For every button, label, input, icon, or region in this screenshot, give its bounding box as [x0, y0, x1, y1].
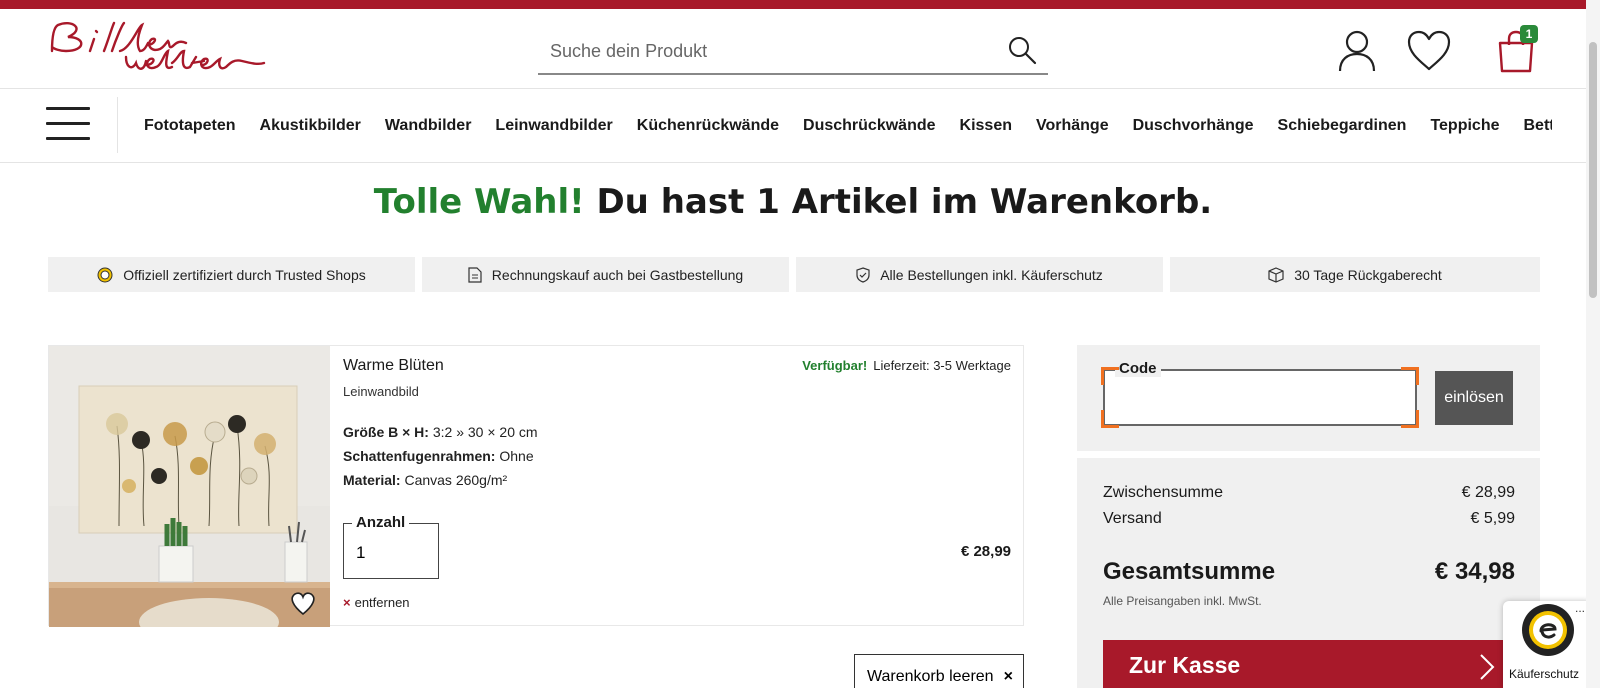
menu-icon[interactable] [46, 107, 90, 145]
nav-item-leinwandbilder[interactable]: Leinwandbilder [483, 89, 624, 163]
product-type: Leinwandbild [343, 384, 419, 399]
nav-divider [117, 97, 118, 153]
trusted-shops-seal-icon [1522, 604, 1574, 656]
focus-corner [1401, 367, 1419, 385]
invoice-icon [468, 266, 482, 283]
site-logo[interactable] [46, 21, 266, 79]
nav-item-fototapeten[interactable]: Fototapeten [132, 89, 248, 163]
chevron-right-icon [1480, 654, 1495, 680]
redeem-button[interactable]: einlösen [1435, 371, 1513, 425]
tax-note: Alle Preisangaben inkl. MwSt. [1103, 594, 1262, 608]
nav-item-bettrueck[interactable]: Bettrück [1511, 89, 1552, 163]
nav-item-kuechenrueckwaende[interactable]: Küchenrückwände [625, 89, 791, 163]
availability-status: Verfügbar! [802, 358, 868, 373]
search-icon [1009, 37, 1037, 65]
availability: Verfügbar! Lieferzeit: 3-5 Werktage [802, 358, 1011, 373]
account-button[interactable] [1336, 29, 1378, 73]
trust-label: Rechnungskauf auch bei Gastbestellung [491, 266, 744, 283]
nav-item-kissen[interactable]: Kissen [948, 89, 1024, 163]
focus-corner [1401, 410, 1419, 428]
shipping-value: € 5,99 [1470, 510, 1515, 527]
nav-item-wandbilder[interactable]: Wandbilder [373, 89, 484, 163]
shipping-row: Versand € 5,99 [1103, 510, 1515, 528]
user-icon [1338, 30, 1376, 72]
focus-corner [1101, 367, 1119, 385]
nav-item-duschrueckwaende[interactable]: Duschrückwände [791, 89, 947, 163]
trust-item-certified: Offiziell zertifiziert durch Trusted Sho… [48, 257, 415, 292]
quantity-input[interactable] [356, 540, 426, 566]
total-value: € 34,98 [1434, 558, 1515, 585]
trust-label: 30 Tage Rückgaberecht [1294, 266, 1442, 283]
total-label: Gesamtsumme [1103, 558, 1276, 585]
spec-label: Material: [343, 472, 401, 488]
order-summary: Zwischensumme € 28,99 Versand € 5,99 Gesam… [1077, 458, 1540, 688]
cart-button[interactable]: 1 [1496, 25, 1538, 73]
wishlist-button[interactable] [1406, 29, 1452, 73]
trusted-shops-label: Käuferschutz [1509, 667, 1580, 681]
nav-item-teppiche[interactable]: Teppiche [1418, 89, 1511, 163]
delivery-time: Lieferzeit: 3-5 Werktage [873, 358, 1011, 373]
cart-confirmation-heading: Tolle Wahl! Du hast 1 Artikel im Warenko… [0, 182, 1586, 222]
shield-check-icon [856, 266, 870, 283]
spec-frame: Schattenfugenrahmen: Ohne [343, 448, 534, 464]
spec-value: 3:2 » 30 × 20 cm [428, 424, 538, 440]
nav-item-akustikbilder[interactable]: Akustikbilder [248, 89, 373, 163]
spec-value: Ohne [495, 448, 534, 464]
shipping-label: Versand [1103, 510, 1162, 527]
search-button[interactable] [1006, 35, 1038, 67]
empty-cart-button[interactable]: Warenkorb leeren × [854, 654, 1024, 688]
hero-highlight: Tolle Wahl! [373, 182, 585, 222]
scrollbar-thumb[interactable] [1589, 42, 1597, 298]
trust-label: Alle Bestellungen inkl. Käuferschutz [880, 266, 1103, 283]
spec-label: Schattenfugenrahmen: [343, 448, 496, 464]
total-row: Gesamtsumme € 34,98 [1103, 558, 1515, 586]
trusted-shops-badge[interactable]: ... Käuferschutz [1503, 601, 1589, 688]
close-icon: × [343, 595, 351, 610]
spec-size: Größe B × H: 3:2 » 30 × 20 cm [343, 424, 538, 440]
checkout-button[interactable]: Zur Kasse [1103, 640, 1515, 688]
package-icon [1268, 266, 1284, 283]
remove-item-link[interactable]: × entfernen [343, 595, 410, 610]
quantity-label: Anzahl [352, 514, 410, 531]
trusted-shops-icon [97, 267, 113, 282]
remove-label: entfernen [354, 595, 410, 610]
site-header: 1 [0, 9, 1586, 89]
trust-item-returns: 30 Tage Rückgaberecht [1170, 257, 1540, 292]
coupon-code-input[interactable] [1105, 371, 1415, 424]
nav-item-duschvorhaenge[interactable]: Duschvorhänge [1121, 89, 1266, 163]
coupon-code-field: Code [1101, 360, 1419, 428]
subtotal-row: Zwischensumme € 28,99 [1103, 484, 1515, 502]
trust-item-invoice: Rechnungskauf auch bei Gastbestellung [422, 257, 789, 292]
category-nav: Fototapeten Akustikbilder Wandbilder Leinwa… [0, 89, 1586, 163]
spec-value: Canvas 260g/m² [400, 472, 508, 488]
more-options-icon[interactable]: ... [1575, 601, 1585, 615]
checkout-label: Zur Kasse [1129, 651, 1241, 678]
subtotal-value: € 28,99 [1461, 484, 1515, 501]
cart-item: Warme Blüten Leinwandbild Verfügbar! Lief… [48, 345, 1024, 627]
nav-items: Fototapeten Akustikbilder Wandbilder Leinwa… [132, 89, 1552, 163]
product-name[interactable]: Warme Blüten [343, 357, 444, 375]
close-icon: × [1003, 668, 1013, 685]
search-bar [538, 31, 1048, 75]
empty-cart-label: Warenkorb leeren [867, 668, 994, 685]
page-scrollbar[interactable] [1586, 0, 1600, 688]
product-image[interactable] [49, 346, 330, 627]
subtotal-label: Zwischensumme [1103, 484, 1224, 501]
spec-material: Material: Canvas 260g/m² [343, 472, 507, 488]
nav-item-vorhaenge[interactable]: Vorhänge [1024, 89, 1121, 163]
quantity-field: Anzahl [343, 514, 439, 579]
heart-icon [1407, 30, 1451, 71]
trust-item-buyer-protection: Alle Bestellungen inkl. Käuferschutz [796, 257, 1163, 292]
spec-label: Größe B × H: [343, 424, 429, 440]
coupon-panel: Code einlösen [1077, 345, 1540, 451]
cart-count-badge: 1 [1520, 25, 1538, 43]
top-accent-bar [0, 0, 1600, 9]
focus-corner [1101, 410, 1119, 428]
trust-label: Offiziell zertifiziert durch Trusted Sho… [123, 266, 366, 283]
search-input[interactable] [550, 36, 990, 66]
hero-text: Du hast 1 Artikel im Warenkorb. [584, 182, 1213, 222]
item-price: € 28,99 [960, 543, 1011, 560]
nav-item-schiebegardinen[interactable]: Schiebegardinen [1266, 89, 1419, 163]
